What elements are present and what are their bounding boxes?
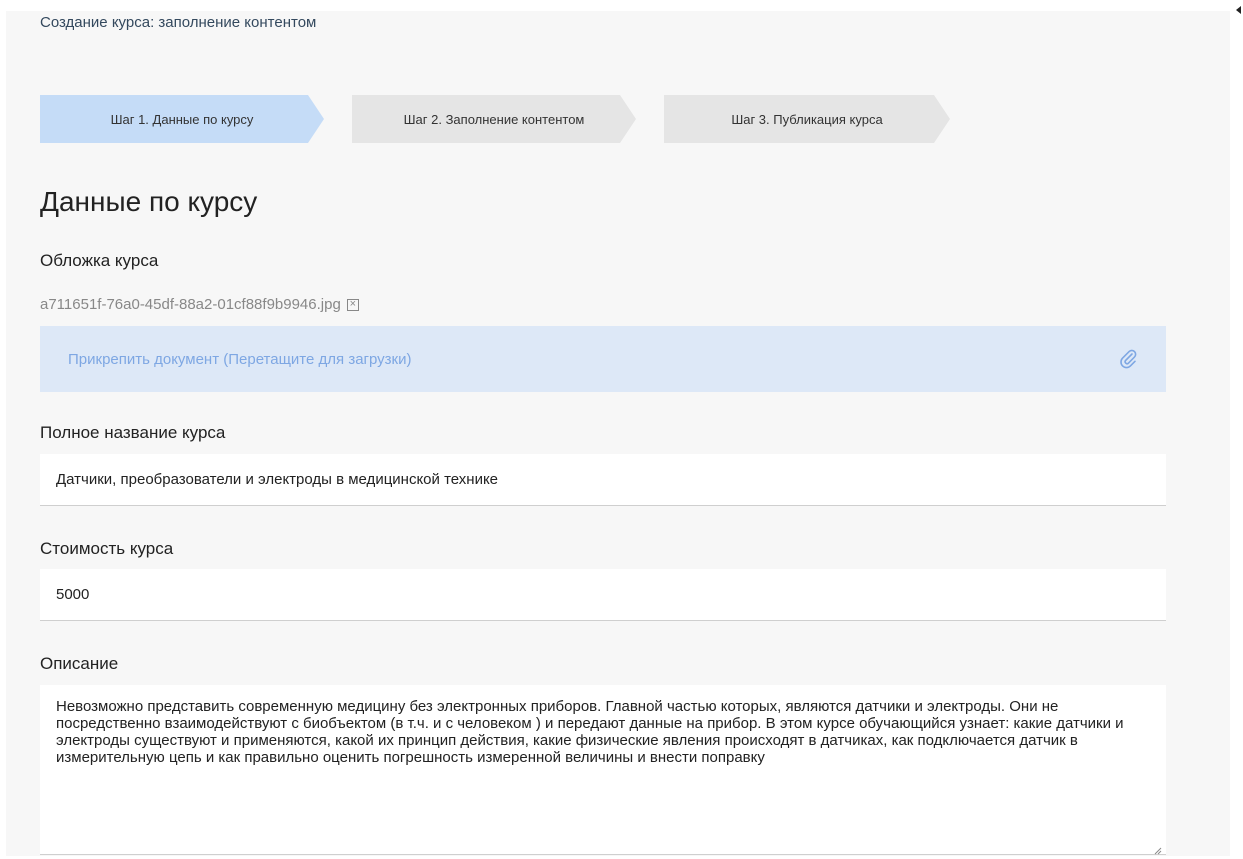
step-3-publish[interactable]: Шаг 3. Публикация курса [664, 95, 950, 143]
window-corner-marker [1236, 6, 1241, 14]
step-label: Шаг 2. Заполнение контентом [403, 111, 585, 127]
steps-progress: Шаг 1. Данные по курсу Шаг 2. Заполнение… [40, 95, 960, 143]
attach-dropzone[interactable]: Прикрепить документ (Перетащите для загр… [40, 326, 1166, 392]
paperclip-icon[interactable] [1118, 349, 1138, 369]
full-name-label: Полное название курса [40, 423, 226, 442]
step-2-content[interactable]: Шаг 2. Заполнение контентом [352, 95, 636, 143]
full-name-value: Датчики, преобразователи и электроды в м… [56, 471, 499, 488]
description-value: Невозможно представить современную медиц… [56, 698, 1124, 766]
dropzone-text: Прикрепить документ (Перетащите для загр… [68, 350, 412, 368]
uploaded-file: a711651f-76a0-45df-88a2-01cf88f9b9946.jp… [40, 296, 359, 313]
page-title: Создание курса: заполнение контентом [40, 14, 317, 31]
step-label: Шаг 1. Данные по курсу [110, 111, 254, 127]
description-textarea[interactable]: Невозможно представить современную медиц… [40, 685, 1166, 855]
description-label: Описание [40, 654, 119, 673]
resize-handle-icon[interactable] [1154, 842, 1162, 855]
price-label: Стоимость курса [40, 539, 174, 558]
close-box-icon[interactable]: × [346, 298, 359, 311]
cover-label: Обложка курса [40, 251, 159, 270]
full-name-input[interactable]: Датчики, преобразователи и электроды в м… [40, 454, 1166, 506]
file-name: a711651f-76a0-45df-88a2-01cf88f9b9946.jp… [40, 296, 341, 313]
price-input[interactable]: 5000 [40, 569, 1166, 621]
price-value: 5000 [56, 586, 90, 603]
step-label: Шаг 3. Публикация курса [731, 111, 883, 127]
section-title: Данные по курсу [40, 186, 258, 217]
course-creation-page: Создание курса: заполнение контентом Шаг… [6, 11, 1230, 856]
step-1-course-data[interactable]: Шаг 1. Данные по курсу [40, 95, 324, 143]
